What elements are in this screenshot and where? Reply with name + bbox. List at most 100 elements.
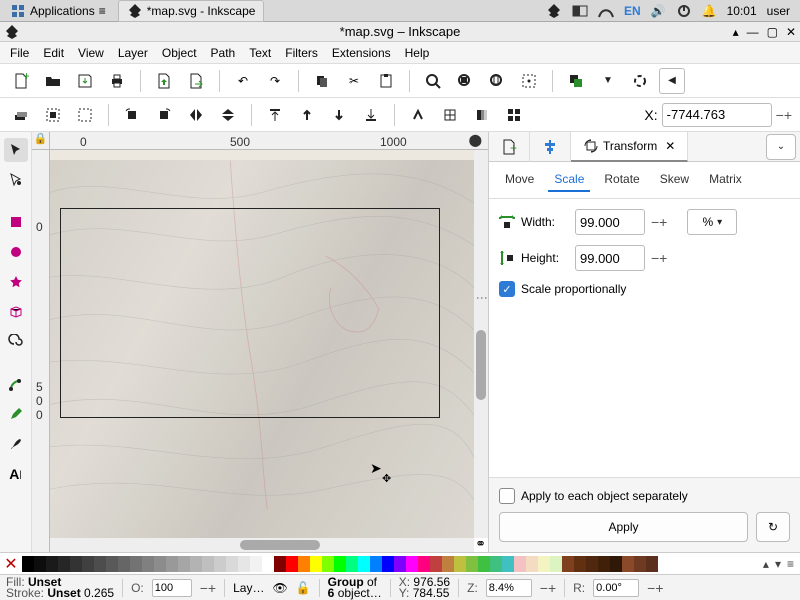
color-swatch[interactable] xyxy=(286,556,298,572)
zoom-sel-button[interactable] xyxy=(420,68,446,94)
tab-skew[interactable]: Skew xyxy=(654,168,695,192)
vscroll-thumb[interactable] xyxy=(476,330,486,400)
zoom-draw-button[interactable] xyxy=(452,68,478,94)
star-tool[interactable] xyxy=(4,270,28,294)
selection-rectangle[interactable] xyxy=(60,208,440,418)
color-swatch[interactable] xyxy=(382,556,394,572)
save-button[interactable] xyxy=(72,68,98,94)
ruler-unit-icon[interactable]: ⬤ xyxy=(469,133,482,147)
undo-button[interactable]: ↶ xyxy=(230,68,256,94)
keyboard-lang[interactable]: EN xyxy=(624,4,641,18)
rotation-input[interactable] xyxy=(593,579,639,597)
select-all-layers-button[interactable] xyxy=(8,102,34,128)
notifications-icon[interactable]: 🔔 xyxy=(702,4,717,18)
color-swatch[interactable] xyxy=(130,556,142,572)
color-swatch[interactable] xyxy=(226,556,238,572)
color-swatch[interactable] xyxy=(502,556,514,572)
height-input[interactable] xyxy=(575,245,645,271)
color-swatch[interactable] xyxy=(82,556,94,572)
color-swatch[interactable] xyxy=(202,556,214,572)
color-swatch[interactable] xyxy=(190,556,202,572)
hscroll-thumb[interactable] xyxy=(240,540,320,550)
color-swatch[interactable] xyxy=(322,556,334,572)
color-swatch[interactable] xyxy=(574,556,586,572)
color-swatch[interactable] xyxy=(478,556,490,572)
color-swatch[interactable] xyxy=(166,556,178,572)
bezier-tool[interactable] xyxy=(4,372,28,396)
opacity-spinner[interactable]: −+ xyxy=(200,583,216,593)
color-swatch[interactable] xyxy=(562,556,574,572)
text-tool[interactable]: A| xyxy=(4,462,28,486)
ruler-horizontal[interactable]: 0 500 1000 ⬤ xyxy=(50,132,488,150)
palette-scroll-up[interactable]: ▴ xyxy=(763,557,769,571)
rollup-button[interactable]: ▴ xyxy=(733,25,739,39)
layer-label[interactable]: Lay… xyxy=(233,581,264,595)
raise-top-button[interactable] xyxy=(262,102,288,128)
horizontal-scrollbar[interactable]: ⚭ xyxy=(50,538,474,552)
scale-proportional-checkbox[interactable]: ✓ xyxy=(499,281,515,297)
clone-dropdown[interactable]: ▼ xyxy=(595,68,621,94)
coord-x-input[interactable] xyxy=(662,103,772,127)
tray-app-icon[interactable] xyxy=(546,3,562,19)
color-swatch[interactable] xyxy=(346,556,358,572)
color-swatch[interactable] xyxy=(154,556,166,572)
color-swatch[interactable] xyxy=(454,556,466,572)
stroke-value[interactable]: Unset xyxy=(47,586,80,600)
color-swatch[interactable] xyxy=(430,556,442,572)
color-swatch[interactable] xyxy=(334,556,346,572)
color-swatch[interactable] xyxy=(634,556,646,572)
no-color-swatch[interactable]: ✕ xyxy=(0,554,22,574)
stroke-width[interactable]: 0.265 xyxy=(84,586,114,600)
color-swatch[interactable] xyxy=(94,556,106,572)
user-label[interactable]: user xyxy=(767,4,790,18)
color-manage-icon[interactable]: ⚭ xyxy=(475,536,486,552)
layer-visibility-icon[interactable]: 👁 xyxy=(272,581,287,595)
coord-x-spinner[interactable]: −+ xyxy=(776,110,792,120)
color-swatch[interactable] xyxy=(418,556,430,572)
color-swatch[interactable] xyxy=(46,556,58,572)
menu-layer[interactable]: Layer xyxy=(118,46,148,60)
menu-extensions[interactable]: Extensions xyxy=(332,46,391,60)
color-swatch[interactable] xyxy=(22,556,34,572)
width-input[interactable] xyxy=(575,209,645,235)
paste-button[interactable] xyxy=(373,68,399,94)
zoom-input[interactable] xyxy=(486,579,532,597)
volume-icon[interactable]: 🔊 xyxy=(651,4,666,18)
applications-menu[interactable]: Applications ≡ xyxy=(4,1,112,21)
clock[interactable]: 10:01 xyxy=(727,4,757,18)
color-swatch[interactable] xyxy=(442,556,454,572)
rotate-cw-button[interactable] xyxy=(151,102,177,128)
dock-tab-new[interactable]: + xyxy=(489,132,530,162)
color-swatch[interactable] xyxy=(646,556,658,572)
select-all-button[interactable] xyxy=(40,102,66,128)
color-swatch[interactable] xyxy=(118,556,130,572)
tab-rotate[interactable]: Rotate xyxy=(598,168,645,192)
close-button[interactable]: ✕ xyxy=(786,25,796,39)
color-swatch[interactable] xyxy=(250,556,262,572)
menu-edit[interactable]: Edit xyxy=(43,46,64,60)
ruler-vertical[interactable]: 0 5 0 0 xyxy=(32,150,50,552)
menu-object[interactable]: Object xyxy=(162,46,197,60)
color-swatch[interactable] xyxy=(358,556,370,572)
close-tab-icon[interactable]: ✕ xyxy=(665,139,675,153)
color-swatch[interactable] xyxy=(298,556,310,572)
minimize-button[interactable]: — xyxy=(747,25,759,39)
import-button[interactable] xyxy=(151,68,177,94)
layer-lock-icon[interactable]: 🔓 xyxy=(296,581,311,595)
vertical-scrollbar[interactable] xyxy=(474,150,488,538)
lower-bottom-button[interactable] xyxy=(358,102,384,128)
dock-tab-align[interactable] xyxy=(530,132,571,162)
open-button[interactable] xyxy=(40,68,66,94)
color-swatch[interactable] xyxy=(586,556,598,572)
rotate-ccw-button[interactable] xyxy=(119,102,145,128)
color-swatch[interactable] xyxy=(550,556,562,572)
ellipse-tool[interactable] xyxy=(4,240,28,264)
color-swatch[interactable] xyxy=(214,556,226,572)
menu-text[interactable]: Text xyxy=(249,46,271,60)
node-tool[interactable] xyxy=(4,168,28,192)
color-swatch[interactable] xyxy=(106,556,118,572)
unlink-button[interactable] xyxy=(627,68,653,94)
color-swatch[interactable] xyxy=(514,556,526,572)
menu-file[interactable]: File xyxy=(10,46,29,60)
canvas[interactable]: ➤ ✥ xyxy=(50,150,474,538)
